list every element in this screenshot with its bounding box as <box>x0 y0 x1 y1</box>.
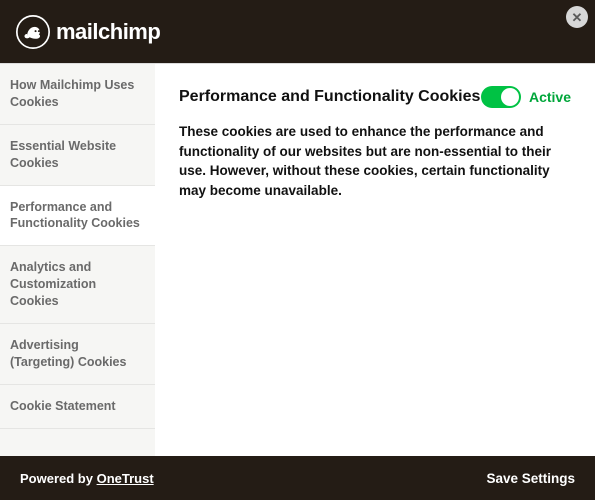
modal-footer: Powered by OneTrust Save Settings <box>0 456 595 500</box>
sidebar-item-label: Essential Website Cookies <box>10 139 116 170</box>
sidebar-item-analytics[interactable]: Analytics and Customization Cookies <box>0 246 155 324</box>
toggle-knob <box>501 88 519 106</box>
sidebar-item-label: Performance and Functionality Cookies <box>10 200 140 231</box>
sidebar-item-performance[interactable]: Performance and Functionality Cookies <box>0 186 155 247</box>
content-panel: Performance and Functionality Cookies Ac… <box>155 64 595 456</box>
sidebar-item-label: How Mailchimp Uses Cookies <box>10 78 134 109</box>
powered-by: Powered by OneTrust <box>20 471 154 486</box>
powered-link[interactable]: OneTrust <box>97 471 154 486</box>
brand-logo: mailchimp <box>16 15 160 49</box>
modal-header: mailchimp ✕ <box>0 0 595 64</box>
cookie-preferences-modal: mailchimp ✕ How Mailchimp Uses Cookies E… <box>0 0 595 500</box>
content-header: Performance and Functionality Cookies Ac… <box>179 86 571 108</box>
sidebar-item-label: Analytics and Customization Cookies <box>10 260 96 308</box>
brand-name: mailchimp <box>56 19 160 45</box>
sidebar-item-label: Advertising (Targeting) Cookies <box>10 338 126 369</box>
sidebar-item-label: Cookie Statement <box>10 399 116 413</box>
close-button[interactable]: ✕ <box>566 6 588 28</box>
close-icon: ✕ <box>572 11 583 24</box>
toggle-state-label: Active <box>529 89 571 105</box>
toggle-group: Active <box>481 86 571 108</box>
sidebar-item-advertising[interactable]: Advertising (Targeting) Cookies <box>0 324 155 385</box>
mailchimp-icon <box>16 15 50 49</box>
powered-prefix: Powered by <box>20 471 97 486</box>
sidebar-item-statement[interactable]: Cookie Statement <box>0 385 155 429</box>
sidebar: How Mailchimp Uses Cookies Essential Web… <box>0 64 155 456</box>
cookie-toggle[interactable] <box>481 86 521 108</box>
content-title: Performance and Functionality Cookies <box>179 88 480 106</box>
save-settings-button[interactable]: Save Settings <box>486 471 575 486</box>
sidebar-item-essential[interactable]: Essential Website Cookies <box>0 125 155 186</box>
sidebar-item-how-uses[interactable]: How Mailchimp Uses Cookies <box>0 64 155 125</box>
content-description: These cookies are used to enhance the pe… <box>179 122 571 200</box>
modal-body: How Mailchimp Uses Cookies Essential Web… <box>0 64 595 456</box>
